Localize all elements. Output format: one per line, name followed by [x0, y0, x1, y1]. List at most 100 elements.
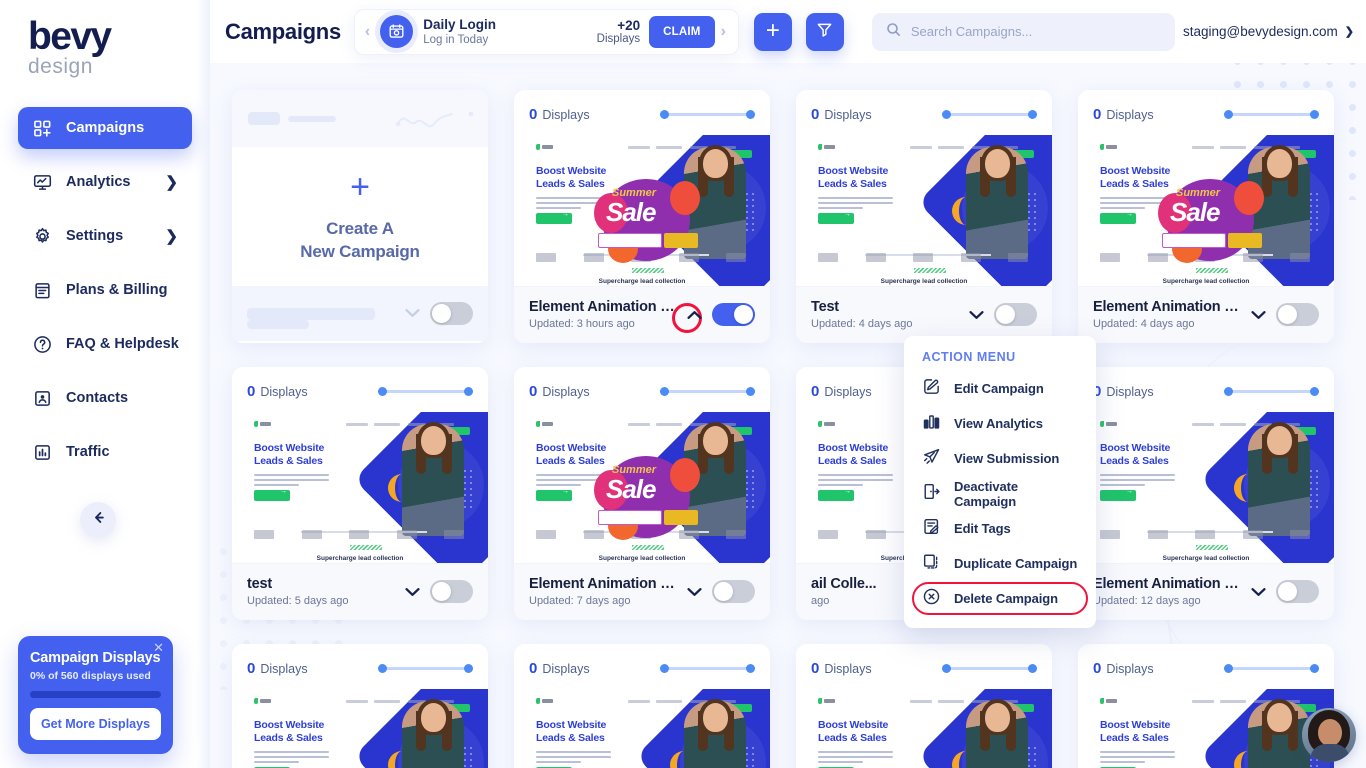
thumbnail-nav-link — [628, 700, 650, 703]
slider-knob-right[interactable] — [464, 664, 473, 673]
display-range-slider[interactable] — [942, 110, 1037, 119]
campaign-active-toggle[interactable] — [1276, 580, 1319, 603]
campaign-card[interactable]: 0 Displays Boost Website Leads & Sales — [796, 90, 1052, 343]
slider-knob-left[interactable] — [1224, 110, 1233, 119]
campaign-card-footer: test Updated: 5 days ago — [232, 563, 488, 620]
sidebar-item-settings[interactable]: Settings ❯ — [18, 215, 192, 257]
thumbnail-client-logo — [1100, 530, 1120, 539]
thumbnail-footer-text: Supercharge lead collection — [1162, 278, 1250, 285]
sidebar-collapse-button[interactable] — [80, 502, 116, 538]
account-menu[interactable]: staging@bevydesign.com ❯ — [1183, 24, 1354, 39]
sidebar-item-analytics[interactable]: Analytics ❯ — [18, 161, 192, 203]
campaign-active-toggle[interactable] — [430, 580, 473, 603]
action-menu-item-delete-campaign[interactable]: Delete Campaign — [904, 581, 1096, 616]
thumbnail-nav-link — [346, 700, 368, 703]
display-range-slider[interactable] — [942, 664, 1037, 673]
slider-knob-left[interactable] — [660, 110, 669, 119]
campaign-active-toggle[interactable] — [994, 303, 1037, 326]
sidebar-item-faq-helpdesk[interactable]: FAQ & Helpdesk — [18, 323, 192, 365]
campaign-card[interactable]: 0 Displays Boost Website Leads & Sales — [1078, 367, 1334, 620]
thumbnail-logo-text — [542, 145, 553, 149]
sidebar-item-plans-billing[interactable]: Plans & Billing — [18, 269, 192, 311]
thumbnail-person-face — [985, 149, 1010, 178]
slider-knob-left[interactable] — [1224, 664, 1233, 673]
display-range-slider[interactable] — [660, 110, 755, 119]
campaign-card[interactable]: 0 Displays Boost Website Leads & Sales — [514, 644, 770, 768]
campaign-toggle[interactable] — [430, 302, 473, 325]
slider-knob-right[interactable] — [1310, 664, 1319, 673]
slider-knob-right[interactable] — [464, 387, 473, 396]
campaign-thumbnail: Boost WebsiteLeads & Sales Supercharge l… — [796, 135, 1052, 286]
get-more-displays-button[interactable]: Get More Displays — [30, 708, 161, 740]
slider-knob-left[interactable] — [378, 387, 387, 396]
campaign-meta: Element Animation T... Updated: 12 days … — [1093, 576, 1241, 607]
campaign-card[interactable]: 0 Displays Boost Website Leads & Sales — [232, 367, 488, 620]
display-range-slider[interactable] — [1224, 664, 1319, 673]
thumbnail-person-face — [1267, 703, 1292, 732]
slider-knob-right[interactable] — [1028, 664, 1037, 673]
display-count-label: Displays — [824, 384, 872, 399]
reward-next-button[interactable]: › — [715, 23, 732, 41]
sidebar-item-contacts[interactable]: Contacts — [18, 377, 192, 419]
action-menu-item-edit-tags[interactable]: Edit Tags — [904, 511, 1096, 546]
thumbnail-nav-link — [938, 700, 964, 703]
action-menu-item-deactivate-campaign[interactable]: Deactivate Campaign — [904, 476, 1096, 511]
campaign-card-header: 0 Displays — [514, 644, 770, 677]
campaign-actions-chevron[interactable] — [1241, 310, 1276, 320]
add-campaign-button[interactable]: + — [753, 12, 792, 51]
campaign-actions-chevron[interactable] — [395, 587, 430, 597]
thumbnail-sale-graphic: Summer Sale — [1156, 171, 1264, 267]
search-input[interactable] — [910, 24, 1161, 39]
search-box[interactable] — [871, 12, 1175, 51]
display-range-slider[interactable] — [1224, 387, 1319, 396]
action-menu-item-view-submission[interactable]: View Submission — [904, 441, 1096, 476]
support-avatar[interactable] — [1302, 708, 1356, 762]
reward-prev-button[interactable]: ‹ — [359, 23, 376, 41]
campaign-active-toggle[interactable] — [712, 580, 755, 603]
slider-knob-left[interactable] — [942, 110, 951, 119]
reward-text-block: Daily Login Log in Today — [423, 17, 596, 46]
display-range-slider[interactable] — [378, 387, 473, 396]
slider-knob-left[interactable] — [660, 387, 669, 396]
claim-button[interactable]: CLAIM — [649, 15, 715, 48]
campaign-card[interactable]: 0 Displays Boost Website Leads & Sales — [796, 644, 1052, 768]
slider-knob-right[interactable] — [1310, 110, 1319, 119]
campaign-active-toggle[interactable] — [1276, 303, 1319, 326]
create-campaign-card[interactable]: + Create A New Campaign — [232, 90, 488, 343]
thumbnail-headline: Boost Website Leads & Sales — [1100, 442, 1171, 468]
slider-knob-right[interactable] — [1310, 387, 1319, 396]
campaign-actions-chevron[interactable] — [1241, 587, 1276, 597]
slider-knob-left[interactable] — [1224, 387, 1233, 396]
action-menu-item-duplicate-campaign[interactable]: Duplicate Campaign — [904, 546, 1096, 581]
campaign-displays-promo: ✕ Campaign Displays 0% of 560 displays u… — [18, 636, 173, 754]
thumbnail-body-copy — [818, 751, 893, 766]
slider-knob-right[interactable] — [746, 387, 755, 396]
close-icon[interactable]: ✕ — [153, 641, 164, 654]
campaign-actions-chevron[interactable] — [672, 302, 712, 333]
slider-knob-right[interactable] — [1028, 110, 1037, 119]
display-range-slider[interactable] — [660, 387, 755, 396]
campaign-actions-chevron[interactable] — [677, 587, 712, 597]
sidebar-item-traffic[interactable]: Traffic — [18, 431, 192, 473]
sidebar-item-campaigns[interactable]: Campaigns — [18, 107, 192, 150]
slider-knob-right[interactable] — [746, 110, 755, 119]
slider-knob-left[interactable] — [942, 664, 951, 673]
campaign-card[interactable]: 0 Displays Boost Website Leads & Sales — [1078, 644, 1334, 768]
display-range-slider[interactable] — [660, 664, 755, 673]
campaign-active-toggle[interactable] — [712, 303, 755, 326]
slider-knob-right[interactable] — [746, 664, 755, 673]
filter-button[interactable] — [805, 12, 844, 51]
campaign-card[interactable]: 0 Displays Boost Website Leads & Sales — [1078, 90, 1334, 343]
display-range-slider[interactable] — [1224, 110, 1319, 119]
action-menu-item-view-analytics[interactable]: View Analytics — [904, 406, 1096, 441]
brand-logo[interactable]: bevy design — [0, 0, 210, 77]
campaign-card[interactable]: 0 Displays Boost Website Leads & Sales — [514, 90, 770, 343]
campaign-actions-chevron[interactable] — [959, 310, 994, 320]
slider-knob-left[interactable] — [378, 664, 387, 673]
campaign-card[interactable]: 0 Displays Boost Website Leads & Sales — [514, 367, 770, 620]
slider-knob-left[interactable] — [660, 664, 669, 673]
display-range-slider[interactable] — [378, 664, 473, 673]
campaign-card[interactable]: 0 Displays Boost Website Leads & Sales — [232, 644, 488, 768]
action-menu-item-edit-campaign[interactable]: Edit Campaign — [904, 371, 1096, 406]
thumbnail-sale-graphic: Summer Sale — [592, 171, 700, 267]
